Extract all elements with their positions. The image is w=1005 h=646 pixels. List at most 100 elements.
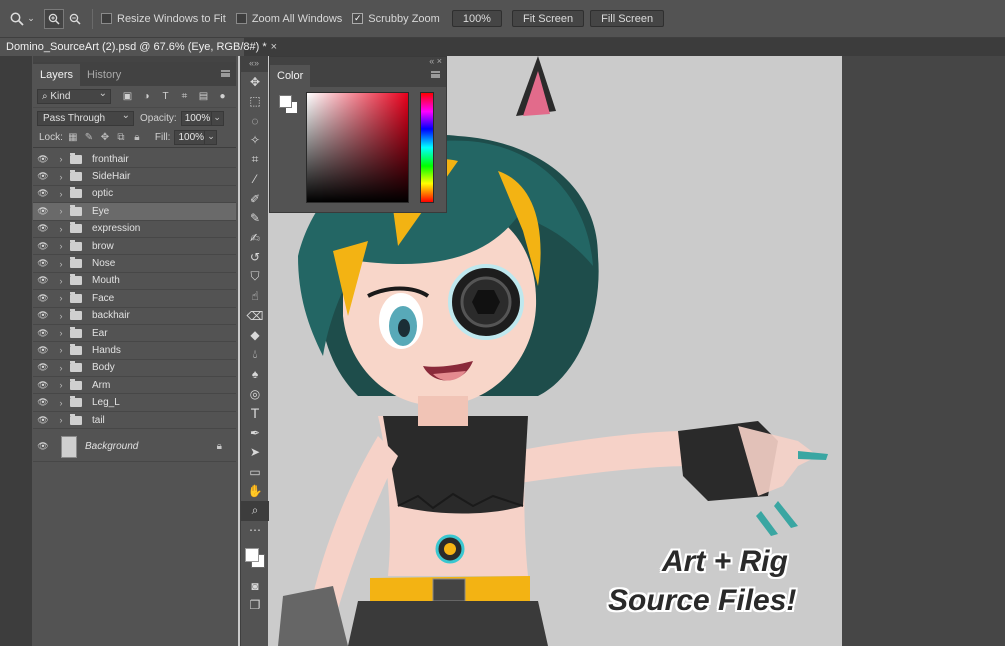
visibility-eye-icon[interactable]: 👁︎ — [33, 293, 53, 304]
shape-filter-icon[interactable]: ⌗ — [178, 90, 191, 103]
layer-group-row[interactable]: 👁︎ › SideHair — [33, 168, 236, 186]
toolbar-collapse[interactable]: «» — [240, 56, 268, 72]
chevron-right-icon[interactable]: › — [56, 345, 66, 355]
crop-tool-icon[interactable]: ⌗ — [241, 150, 269, 170]
zoom-all-windows-checkbox[interactable]: Zoom All Windows — [235, 13, 342, 25]
fill-field[interactable]: 100% — [174, 130, 206, 145]
chevron-right-icon[interactable]: › — [56, 259, 66, 269]
chevron-right-icon[interactable]: › — [56, 206, 66, 216]
eyedropper-tool-icon[interactable]: ⁄ — [241, 170, 269, 190]
quick-mask-icon[interactable]: ◙ — [241, 576, 269, 596]
lock-image-pixels-icon[interactable]: ✎ — [83, 132, 95, 144]
layer-group-row[interactable]: 👁︎ › Eye — [33, 203, 236, 221]
visibility-eye-icon[interactable]: 👁︎ — [33, 188, 53, 199]
lock-all-icon[interactable]: 🔒︎ — [131, 132, 143, 144]
panel-menu-icon[interactable] — [431, 71, 440, 78]
visibility-eye-icon[interactable]: 👁︎ — [33, 345, 53, 356]
layer-group-row[interactable]: 👁︎ › Body — [33, 360, 236, 378]
fit-screen-button[interactable]: Fit Screen — [511, 10, 585, 27]
smudge-tool-icon[interactable]: ☝ — [241, 287, 269, 307]
move-tool-icon[interactable]: ✥ — [241, 72, 269, 92]
eraser-tool-icon[interactable]: ⌫ — [241, 306, 269, 326]
tab-color[interactable]: Color — [270, 65, 311, 87]
dodge-tool-icon[interactable]: ♠ — [241, 365, 269, 385]
zoom-percent-field[interactable]: 100% — [451, 10, 502, 27]
screen-mode-icon[interactable]: ❐ — [241, 596, 269, 616]
layer-group-row[interactable]: 👁︎ › Face — [33, 290, 236, 308]
color-swatches[interactable] — [241, 540, 268, 576]
adjustment-filter-icon[interactable]: ◑ — [140, 90, 153, 103]
chevron-right-icon[interactable]: › — [56, 311, 66, 321]
layer-group-row[interactable]: 👁︎ › fronthair — [33, 151, 236, 169]
zoom-tool-icon[interactable] — [8, 10, 26, 28]
close-panel-icon[interactable]: « × — [429, 56, 442, 66]
visibility-eye-icon[interactable]: 👁︎ — [33, 206, 53, 217]
panel-menu-icon[interactable] — [221, 70, 230, 77]
fill-screen-button[interactable]: Fill Screen — [590, 10, 665, 27]
edit-toolbar-icon[interactable]: ⋯ — [241, 521, 269, 541]
visibility-eye-icon[interactable]: 👁︎ — [33, 380, 53, 391]
lock-position-icon[interactable]: ✥ — [99, 132, 111, 144]
tab-history[interactable]: History — [80, 64, 128, 86]
chevron-right-icon[interactable]: › — [56, 293, 66, 303]
lock-transparent-pixels-icon[interactable]: ▦ — [67, 132, 79, 144]
visibility-eye-icon[interactable]: 👁︎ — [33, 328, 53, 339]
hue-slider[interactable] — [420, 92, 434, 203]
marquee-tool-icon[interactable]: ⬚ — [241, 92, 269, 112]
visibility-eye-icon[interactable]: 👁︎ — [33, 441, 53, 452]
mixer-brush-tool-icon[interactable]: ✍ — [241, 228, 269, 248]
brush-tool-icon[interactable]: ✎ — [241, 209, 269, 229]
type-tool-icon[interactable]: T — [241, 404, 269, 424]
shape-tool-icon[interactable]: ▭ — [241, 462, 269, 482]
checkbox-unchecked-icon[interactable] — [235, 13, 247, 24]
lasso-tool-icon[interactable]: ◌ — [241, 111, 269, 131]
visibility-eye-icon[interactable]: 👁︎ — [33, 397, 53, 408]
layer-group-row[interactable]: 👁︎ › Mouth — [33, 273, 236, 291]
opacity-field[interactable]: 100% — [180, 110, 212, 126]
filter-toggle-icon[interactable]: ● — [216, 90, 229, 103]
chevron-right-icon[interactable]: › — [56, 415, 66, 425]
layer-group-row[interactable]: 👁︎ › Hands — [33, 342, 236, 360]
visibility-eye-icon[interactable]: 👁︎ — [33, 154, 53, 165]
saturation-brightness-field[interactable] — [306, 92, 409, 203]
visibility-eye-icon[interactable]: 👁︎ — [33, 362, 53, 373]
zoom-in-icon[interactable] — [44, 8, 64, 29]
type-filter-icon[interactable]: T — [159, 90, 172, 103]
opacity-dropdown-icon[interactable]: ⌄ — [211, 110, 224, 126]
checkbox-checked-icon[interactable]: ✓ — [352, 13, 364, 24]
layer-background[interactable]: 👁︎ Background 🔒︎ — [33, 432, 236, 463]
checkbox-unchecked-icon[interactable] — [101, 13, 112, 24]
resize-windows-checkbox[interactable]: Resize Windows to Fit — [101, 13, 226, 25]
chevron-right-icon[interactable]: › — [56, 363, 66, 373]
visibility-eye-icon[interactable]: 👁︎ — [33, 171, 53, 182]
visibility-eye-icon[interactable]: 👁︎ — [33, 415, 53, 426]
layer-group-row[interactable]: 👁︎ › optic — [33, 186, 236, 204]
blend-mode-select[interactable]: Pass Through — [37, 109, 134, 126]
chevron-right-icon[interactable]: › — [56, 328, 66, 338]
kind-filter-select[interactable]: ⌕ Kind — [37, 87, 111, 104]
chevron-right-icon[interactable]: › — [56, 241, 66, 251]
blur-tool-icon[interactable]: 💧︎ — [241, 345, 269, 365]
zoom-tool-icon[interactable]: ⌕ — [241, 501, 269, 521]
tab-layers[interactable]: Layers — [33, 64, 81, 86]
visibility-eye-icon[interactable]: 👁︎ — [33, 310, 53, 321]
magic-wand-tool-icon[interactable]: ✧ — [241, 131, 269, 151]
chevron-right-icon[interactable]: › — [56, 154, 66, 164]
chevron-right-icon[interactable]: › — [56, 380, 66, 390]
layer-group-row[interactable]: 👁︎ › expression — [33, 221, 236, 238]
layer-group-row[interactable]: 👁︎ › Nose — [33, 255, 236, 273]
visibility-eye-icon[interactable]: 👁︎ — [33, 258, 53, 269]
smart-object-filter-icon[interactable]: ▤ — [197, 90, 210, 103]
healing-brush-tool-icon[interactable]: ✐ — [241, 189, 269, 209]
chevron-right-icon[interactable]: › — [56, 224, 66, 234]
path-selection-tool-icon[interactable]: ➤ — [241, 443, 269, 463]
chevron-right-icon[interactable]: › — [56, 172, 66, 182]
layer-group-row[interactable]: 👁︎ › backhair — [33, 308, 236, 325]
layer-group-row[interactable]: 👁︎ › Ear — [33, 325, 236, 343]
lock-artboard-icon[interactable]: ⧉ — [115, 132, 127, 144]
visibility-eye-icon[interactable]: 👁︎ — [33, 223, 53, 234]
zoom-out-icon[interactable] — [66, 10, 84, 28]
chevron-right-icon[interactable]: › — [56, 189, 66, 199]
layer-group-row[interactable]: 👁︎ › Leg_L — [33, 394, 236, 412]
document-tab[interactable]: Domino_SourceArt (2).psd @ 67.6% (Eye, R… — [0, 38, 277, 56]
